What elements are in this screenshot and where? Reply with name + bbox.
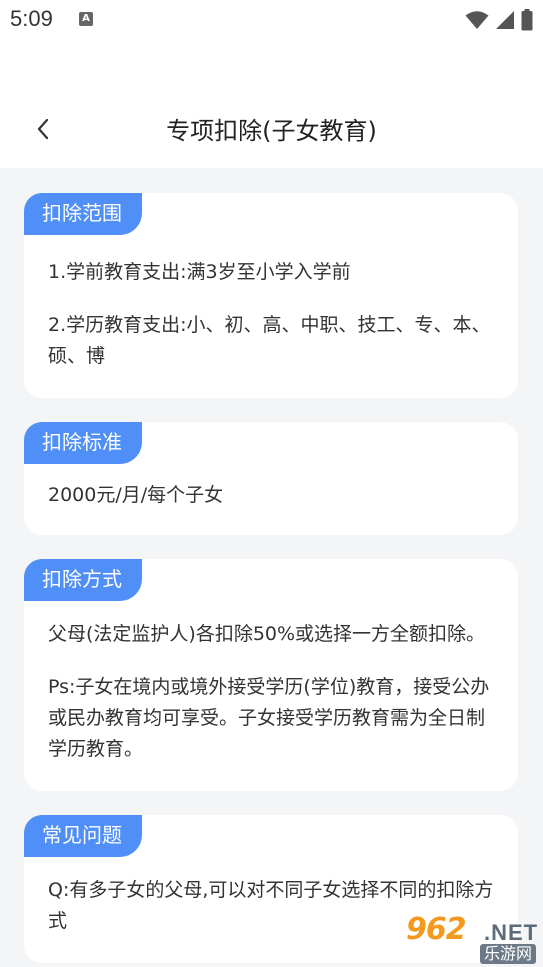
a-letter-icon: A [79, 12, 93, 26]
deduction-range-tag: 扣除范围 [24, 193, 142, 235]
cell-signal-icon [496, 11, 514, 29]
deduction-range-card: 扣除范围 1.学前教育支出:满3岁至小学入学前 2.学历教育支出:小、初、高、中… [24, 193, 518, 398]
content: 扣除范围 1.学前教育支出:满3岁至小学入学前 2.学历教育支出:小、初、高、中… [24, 193, 518, 967]
wifi-icon [465, 11, 489, 29]
deduction-standard-card: 扣除标准 2000元/月/每个子女 [24, 422, 518, 535]
faq-card: 常见问题 Q:有多子女的父母,可以对不同子女选择不同的扣除方式 [24, 815, 518, 963]
status-bar: 5:09 A [0, 0, 543, 40]
faq-body: Q:有多子女的父母,可以对不同子女选择不同的扣除方式 [24, 857, 518, 963]
deduction-standard-body: 2000元/月/每个子女 [24, 464, 518, 535]
deduction-standard-tag: 扣除标准 [24, 422, 142, 464]
method-item-split: 父母(法定监护人)各扣除50%或选择一方全额扣除。 [48, 623, 486, 645]
deduction-method-card: 扣除方式 父母(法定监护人)各扣除50%或选择一方全额扣除。 Ps:子女在境内或… [24, 559, 518, 791]
status-icons [465, 9, 533, 31]
deduction-method-body: 父母(法定监护人)各扣除50%或选择一方全额扣除。 Ps:子女在境内或境外接受学… [24, 601, 518, 791]
range-item-academic: 2.学历教育支出:小、初、高、中职、技工、专、本、硕、博 [48, 314, 491, 367]
deduction-method-tag: 扣除方式 [24, 559, 142, 601]
page-title: 专项扣除(子女教育) [166, 117, 377, 145]
deduction-range-body: 1.学前教育支出:满3岁至小学入学前 2.学历教育支出:小、初、高、中职、技工、… [24, 235, 518, 398]
app-header: 专项扣除(子女教育) [0, 40, 543, 168]
status-time: 5:09 [10, 6, 53, 31]
faq-question: Q:有多子女的父母,可以对不同子女选择不同的扣除方式 [48, 879, 494, 932]
method-item-note: Ps:子女在境内或境外接受学历(学位)教育，接受公办或民办教育均可享受。子女接受… [48, 676, 490, 760]
range-item-preschool: 1.学前教育支出:满3岁至小学入学前 [48, 261, 351, 283]
battery-icon [521, 9, 533, 31]
faq-tag: 常见问题 [24, 815, 142, 857]
standard-amount: 2000元/月/每个子女 [48, 484, 224, 506]
